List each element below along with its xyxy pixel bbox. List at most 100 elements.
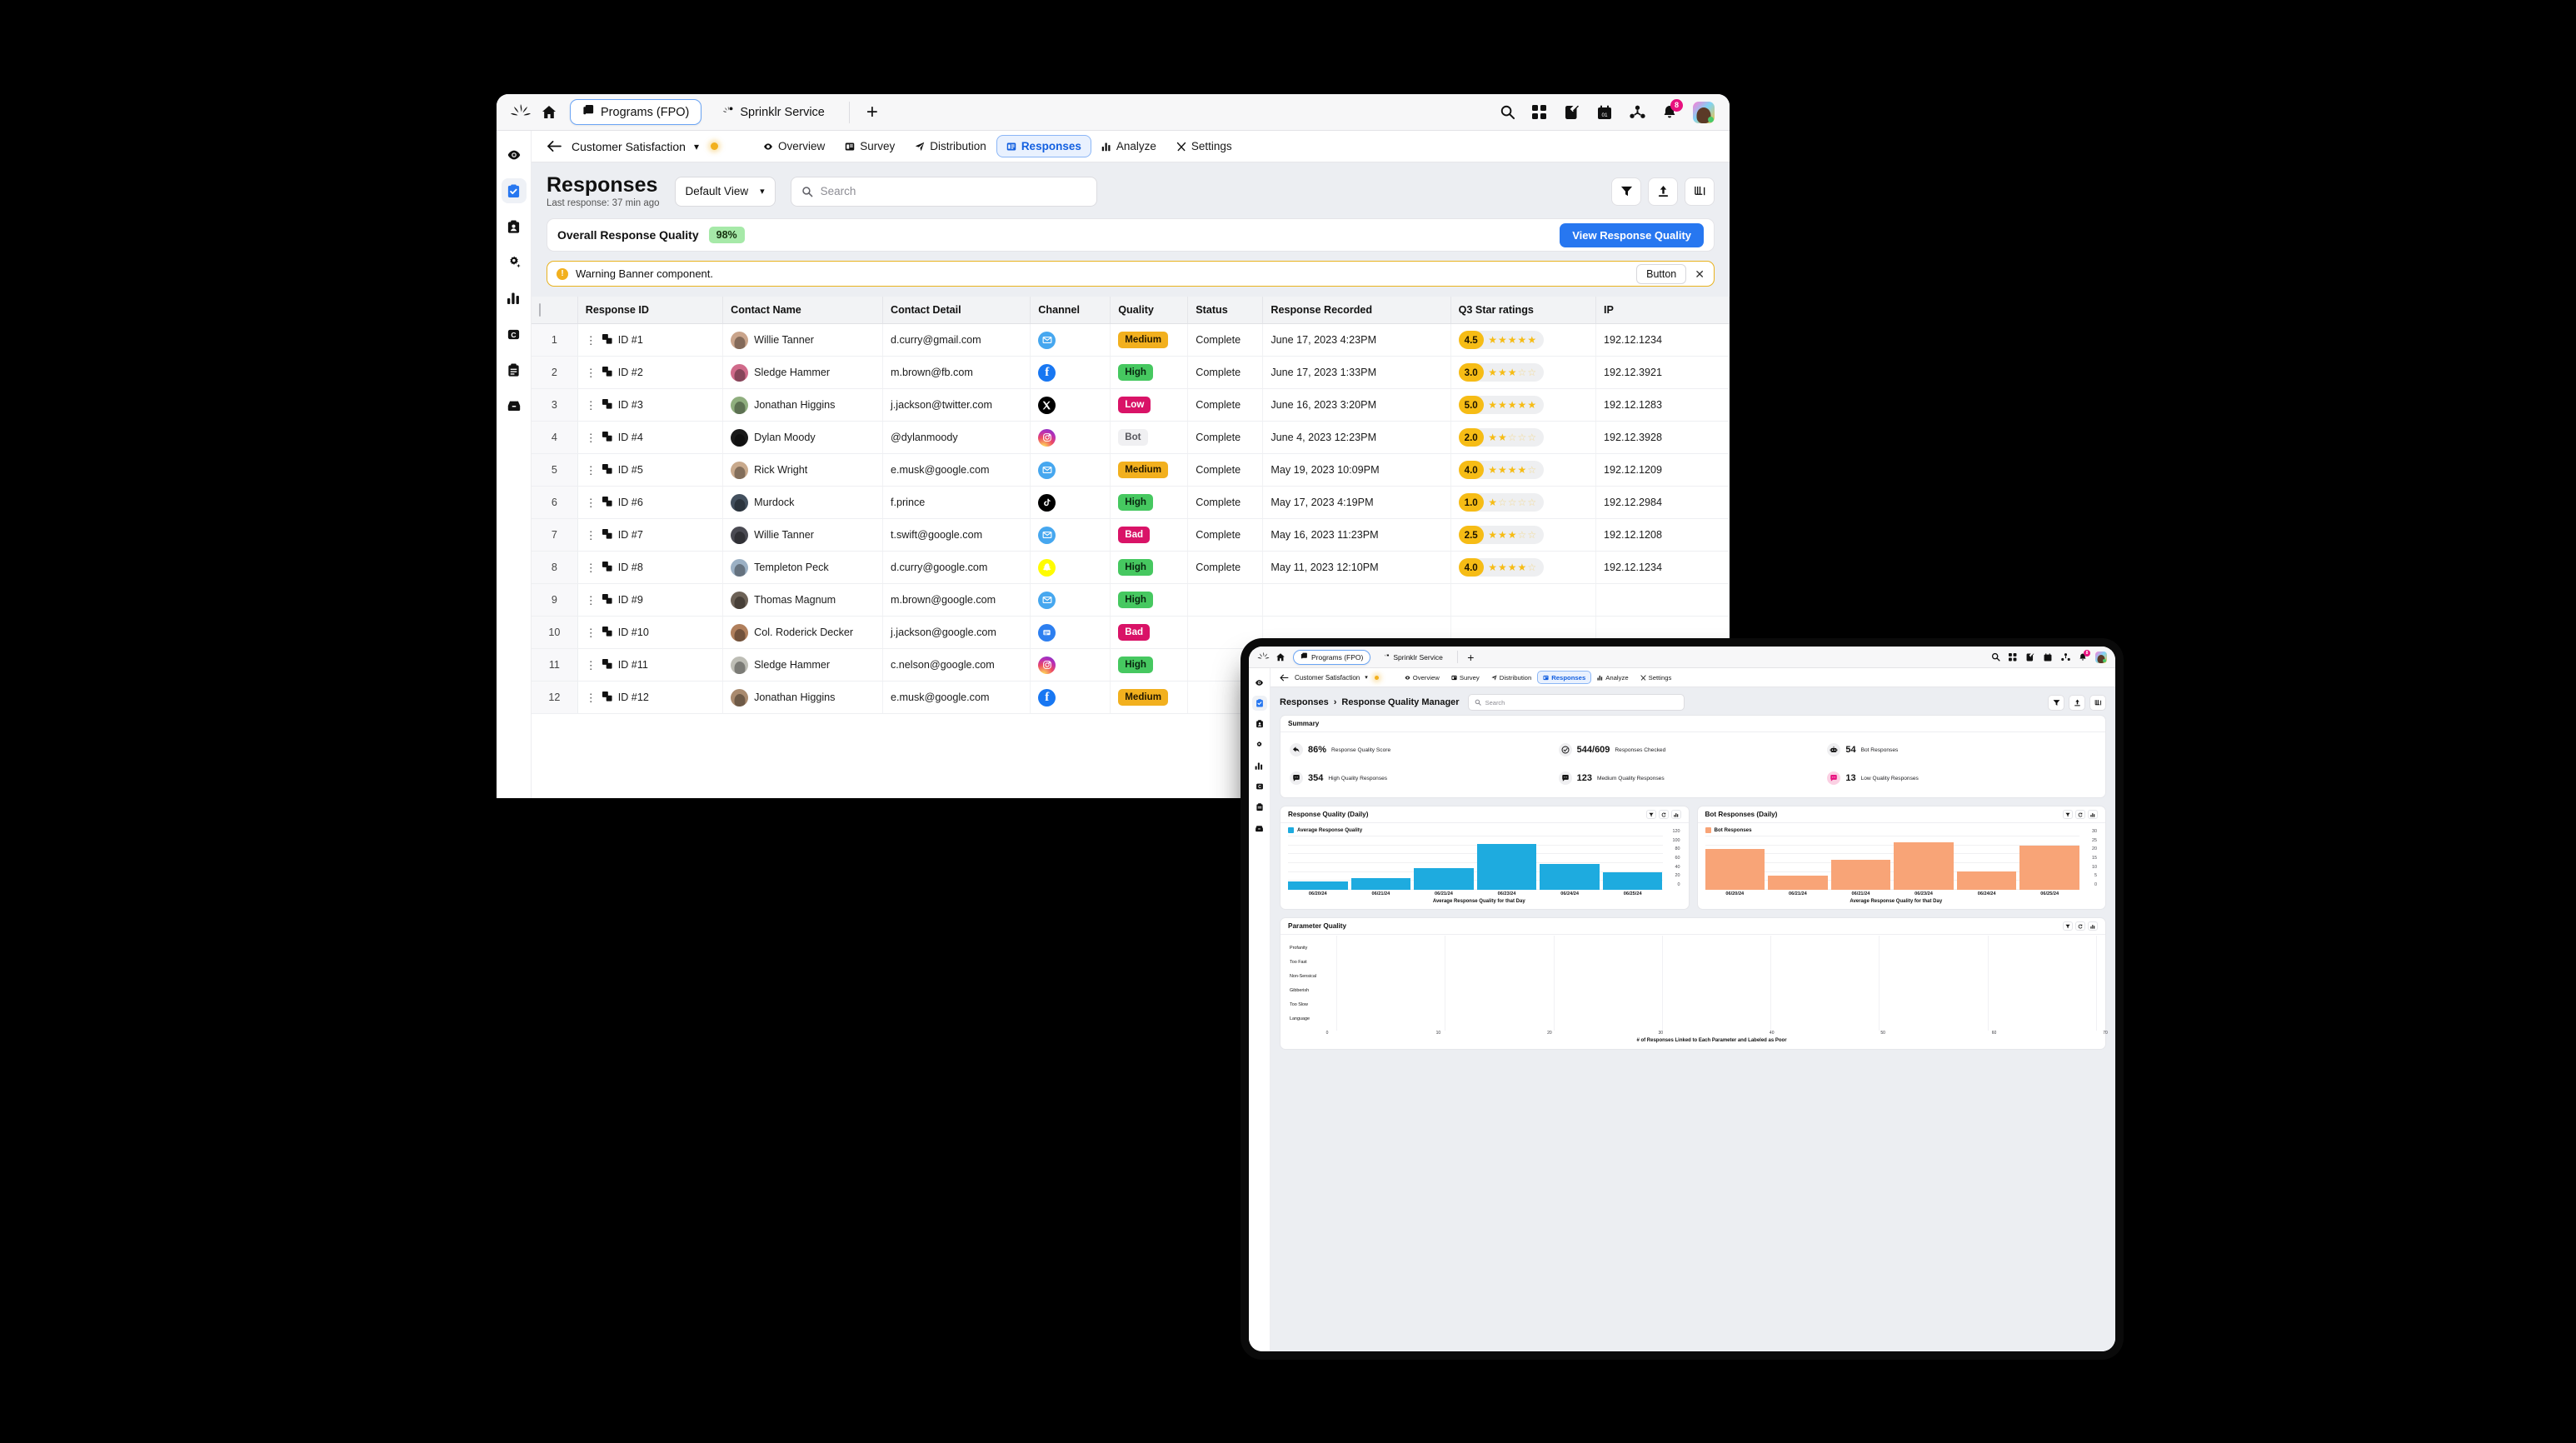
back-arrow-icon[interactable] <box>1279 672 1290 683</box>
rail-item-inbox[interactable] <box>502 393 527 418</box>
row-menu-icon[interactable]: ⋮ <box>586 627 597 638</box>
view-selector[interactable]: Default View ▾ <box>674 176 776 207</box>
collaboration-icon[interactable] <box>2060 652 2070 662</box>
tab-settings[interactable]: Settings <box>1166 135 1242 157</box>
rail-item-contacts[interactable] <box>502 214 527 239</box>
cell-contact-name[interactable]: Dylan Moody <box>722 421 883 455</box>
chevron-down-icon[interactable]: ▾ <box>694 141 699 152</box>
row-menu-icon[interactable]: ⋮ <box>586 692 597 703</box>
select-all-header[interactable] <box>532 297 578 325</box>
cell-response-id[interactable]: ⋮ ID #10 <box>577 616 724 650</box>
breadcrumb-responses[interactable]: Responses <box>1280 697 1329 707</box>
notifications-icon[interactable]: 8 <box>2078 649 2090 662</box>
col-quality[interactable]: Quality <box>1110 297 1189 325</box>
open-record-icon[interactable] <box>602 593 612 607</box>
chart-type-icon[interactable] <box>1670 810 1681 819</box>
chart-type-icon[interactable] <box>2088 810 2098 819</box>
refresh-icon[interactable] <box>2075 810 2085 819</box>
col-contact-detail[interactable]: Contact Detail <box>882 297 1031 325</box>
avatar[interactable] <box>2095 651 2107 663</box>
row-menu-icon[interactable]: ⋮ <box>586 367 597 378</box>
chevron-down-icon[interactable]: ▾ <box>1365 674 1368 681</box>
warning-action-button[interactable]: Button <box>1636 263 1687 284</box>
cell-contact-name[interactable]: Col. Roderick Decker <box>722 616 883 650</box>
cell-response-id[interactable]: ⋮ ID #11 <box>577 648 724 682</box>
rail-item-inbox[interactable] <box>1252 821 1267 836</box>
tab-survey[interactable]: Survey <box>835 135 905 157</box>
cell-contact-name[interactable]: Jonathan Higgins <box>722 681 883 715</box>
bar[interactable] <box>1768 875 1828 890</box>
filter-icon[interactable] <box>2063 810 2073 819</box>
table-row[interactable]: 6 ⋮ ID #6 Murdock f.prince High Complete May 17… <box>532 486 1730 520</box>
search-icon[interactable] <box>1990 652 2000 662</box>
home-icon[interactable] <box>1273 650 1288 665</box>
cell-response-id[interactable]: ⋮ ID #5 <box>577 453 724 487</box>
apps-grid-icon[interactable] <box>2008 652 2018 662</box>
open-record-icon[interactable] <box>602 561 612 574</box>
row-menu-icon[interactable]: ⋮ <box>586 660 597 671</box>
rail-item-tasks[interactable] <box>1252 800 1267 815</box>
tab-overview[interactable]: Overview <box>1399 671 1445 684</box>
col-ip[interactable]: IP <box>1595 297 1730 325</box>
browser-tab-sprinklr-service[interactable]: Sprinklr Service <box>1375 650 1450 665</box>
filter-icon[interactable] <box>2063 921 2073 931</box>
bar[interactable] <box>1288 881 1348 890</box>
rail-item-responses[interactable] <box>1251 696 1267 711</box>
bar[interactable] <box>1956 871 2017 890</box>
cell-contact-name[interactable]: Rick Wright <box>722 453 883 487</box>
search-icon[interactable] <box>1498 103 1516 122</box>
rail-item-analytics[interactable] <box>502 286 527 311</box>
tab-distribution[interactable]: Distribution <box>905 135 996 157</box>
col-channel[interactable]: Channel <box>1030 297 1111 325</box>
table-row[interactable]: 5 ⋮ ID #5 Rick Wright e.musk@google.com Mediu… <box>532 453 1730 487</box>
bar[interactable] <box>1350 878 1411 890</box>
cell-contact-name[interactable]: Thomas Magnum <box>722 583 883 617</box>
table-row[interactable]: 4 ⋮ ID #4 Dylan Moody @dylanmoody Bot Complete… <box>532 421 1730 455</box>
rail-item-contacts[interactable] <box>1252 717 1267 731</box>
tab-distribution[interactable]: Distribution <box>1485 671 1537 684</box>
tab-overview[interactable]: Overview <box>753 135 835 157</box>
open-record-icon[interactable] <box>602 366 612 379</box>
rail-item-c-badge[interactable]: C <box>1252 779 1267 794</box>
row-menu-icon[interactable]: ⋮ <box>586 530 597 541</box>
filter-icon[interactable] <box>2048 694 2064 711</box>
collaboration-icon[interactable] <box>1628 103 1646 122</box>
bar[interactable] <box>2019 845 2079 890</box>
open-record-icon[interactable] <box>602 431 612 444</box>
cell-response-id[interactable]: ⋮ ID #2 <box>577 356 724 390</box>
filter-icon[interactable] <box>1645 810 1656 819</box>
search-input[interactable]: Search <box>790 176 1097 207</box>
bar[interactable] <box>1830 859 1891 890</box>
notifications-icon[interactable]: 8 <box>1660 98 1683 122</box>
refresh-icon[interactable] <box>1658 810 1669 819</box>
close-icon[interactable]: ✕ <box>1695 268 1705 280</box>
bar[interactable] <box>1540 863 1600 890</box>
view-response-quality-button[interactable]: View Response Quality <box>1560 222 1704 247</box>
columns-icon[interactable] <box>1685 177 1715 206</box>
row-menu-icon[interactable]: ⋮ <box>586 400 597 411</box>
calendar-icon[interactable]: 01 <box>1595 103 1614 122</box>
cell-response-id[interactable]: ⋮ ID #6 <box>577 486 724 520</box>
bar[interactable] <box>1894 842 1954 890</box>
table-row[interactable]: 10 ⋮ ID #10 Col. Roderick Decker j.jackson@g… <box>532 616 1730 650</box>
open-record-icon[interactable] <box>602 333 612 347</box>
rail-item-ai-settings[interactable] <box>1252 737 1267 752</box>
rail-item-ai-settings[interactable] <box>502 250 527 275</box>
open-record-icon[interactable] <box>602 658 612 672</box>
rail-item-eye[interactable] <box>502 142 527 167</box>
bar[interactable] <box>1705 848 1765 890</box>
row-menu-icon[interactable]: ⋮ <box>586 335 597 346</box>
tab-analyze[interactable]: Analyze <box>1091 135 1166 157</box>
avatar[interactable] <box>1693 101 1715 123</box>
cell-response-id[interactable]: ⋮ ID #8 <box>577 551 724 585</box>
table-row[interactable]: 8 ⋮ ID #8 Templeton Peck d.curry@google.com H… <box>532 551 1730 585</box>
cell-contact-name[interactable]: Sledge Hammer <box>722 648 883 682</box>
cell-contact-name[interactable]: Willie Tanner <box>722 323 883 357</box>
row-menu-icon[interactable]: ⋮ <box>586 432 597 443</box>
tab-responses[interactable]: Responses <box>996 135 1091 157</box>
tab-analyze[interactable]: Analyze <box>1591 671 1634 684</box>
col-response-recorded[interactable]: Response Recorded <box>1262 297 1451 325</box>
home-icon[interactable] <box>537 100 562 125</box>
browser-tab-sprinklr-service[interactable]: Sprinklr Service <box>710 99 837 125</box>
rail-item-tasks[interactable] <box>502 357 527 382</box>
